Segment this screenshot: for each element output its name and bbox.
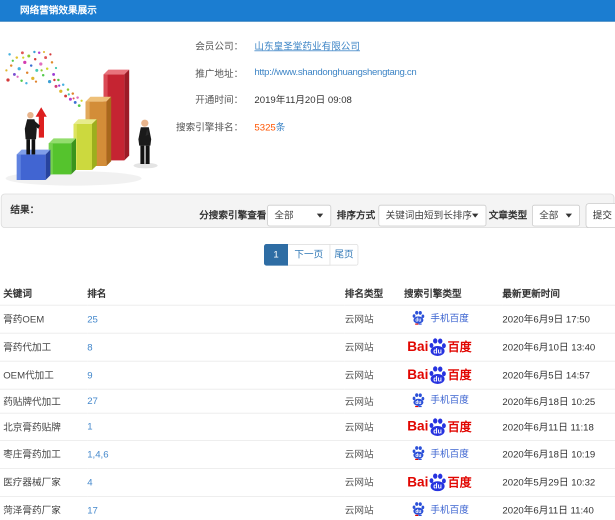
svg-text:du: du (415, 400, 421, 406)
svg-text:du: du (415, 453, 421, 459)
svg-text:du: du (434, 376, 443, 383)
svg-text:du: du (434, 484, 443, 491)
svg-text:du: du (434, 348, 443, 355)
svg-text:du: du (415, 509, 421, 515)
svg-text:du: du (434, 428, 443, 435)
svg-text:du: du (415, 318, 421, 324)
